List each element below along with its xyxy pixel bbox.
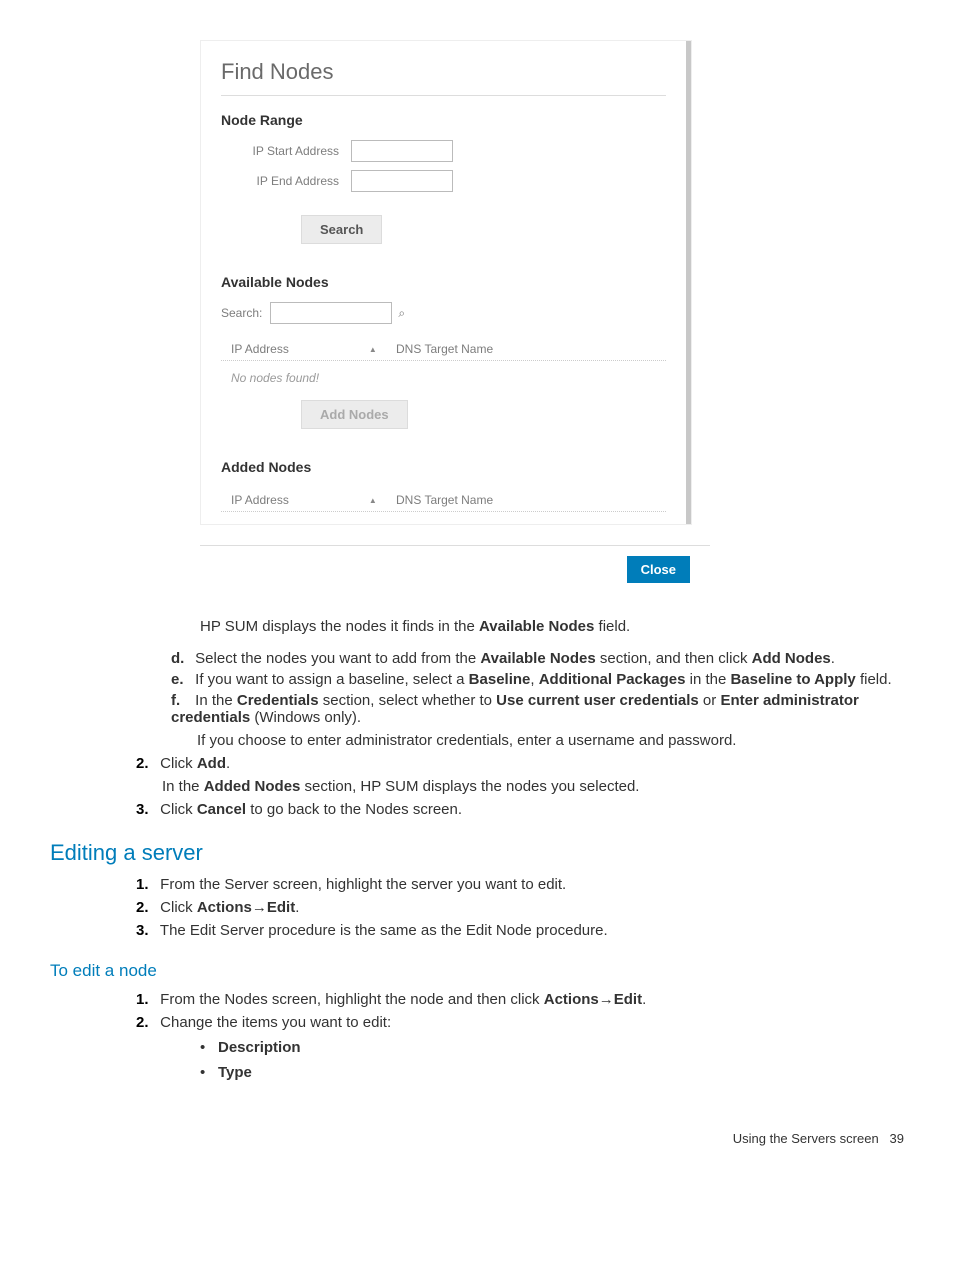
add-nodes-button[interactable]: Add Nodes	[301, 400, 408, 429]
col-ip-address-2[interactable]: IP Address ▲	[231, 493, 396, 507]
editing-steps: 1. From the Server screen, highlight the…	[130, 876, 904, 939]
node-step-2: 2. Change the items you want to edit:	[130, 1014, 904, 1031]
section-node-range: Node Range	[221, 112, 666, 128]
col-dns-target-2[interactable]: DNS Target Name	[396, 493, 666, 507]
dialog-footer: Close	[200, 545, 710, 603]
step-f: f. In the Credentials section, select wh…	[165, 692, 904, 749]
available-search-input[interactable]	[270, 302, 392, 324]
intro-paragraph: HP SUM displays the nodes it finds in th…	[200, 618, 904, 635]
sort-icon: ▲	[369, 496, 377, 505]
added-table-header: IP Address ▲ DNS Target Name	[221, 493, 666, 512]
sub-steps-list: d. Select the nodes you want to add from…	[165, 650, 904, 749]
edit-items-list: •Description •Type	[200, 1039, 904, 1081]
heading-editing-server: Editing a server	[50, 840, 904, 866]
edit-step-1: 1. From the Server screen, highlight the…	[130, 876, 904, 893]
step-e: e. If you want to assign a baseline, sel…	[165, 671, 904, 688]
search-icon: ⌕	[398, 306, 405, 321]
step-3: 3. Click Cancel to go back to the Nodes …	[130, 801, 904, 818]
col-ip-address[interactable]: IP Address ▲	[231, 342, 396, 356]
close-button[interactable]: Close	[627, 556, 690, 583]
edit-step-3: 3. The Edit Server procedure is the same…	[130, 922, 904, 939]
heading-to-edit-node: To edit a node	[50, 961, 904, 981]
label-ip-start: IP Start Address	[239, 144, 339, 158]
edit-node-steps: 1. From the Nodes screen, highlight the …	[130, 991, 904, 1031]
divider	[221, 95, 666, 96]
col-ip-label: IP Address	[231, 342, 289, 356]
section-available-nodes: Available Nodes	[221, 274, 666, 290]
col-ip-label-2: IP Address	[231, 493, 289, 507]
ip-end-input[interactable]	[351, 170, 453, 192]
available-table-header: IP Address ▲ DNS Target Name	[221, 342, 666, 361]
bullet-type: •Type	[200, 1064, 904, 1081]
bullet-description: •Description	[200, 1039, 904, 1056]
edit-step-2: 2. Click Actions→Edit.	[130, 899, 904, 916]
step-2: 2. Click Add. In the Added Nodes section…	[130, 755, 904, 795]
node-step-1: 1. From the Nodes screen, highlight the …	[130, 991, 904, 1008]
numbered-steps: 2. Click Add. In the Added Nodes section…	[130, 755, 904, 818]
page-footer: Using the Servers screen 39	[50, 1131, 904, 1146]
step-d: d. Select the nodes you want to add from…	[165, 650, 904, 667]
search-label: Search:	[221, 306, 262, 320]
section-added-nodes: Added Nodes	[221, 459, 666, 475]
no-nodes-message: No nodes found!	[231, 371, 666, 385]
step-f-note: If you choose to enter administrator cre…	[197, 732, 904, 749]
label-ip-end: IP End Address	[239, 174, 339, 188]
ip-start-input[interactable]	[351, 140, 453, 162]
col-dns-target[interactable]: DNS Target Name	[396, 342, 666, 356]
sort-icon: ▲	[369, 345, 377, 354]
search-button[interactable]: Search	[301, 215, 382, 244]
dialog-title: Find Nodes	[221, 59, 666, 85]
find-nodes-dialog: Find Nodes Node Range IP Start Address I…	[200, 40, 692, 525]
